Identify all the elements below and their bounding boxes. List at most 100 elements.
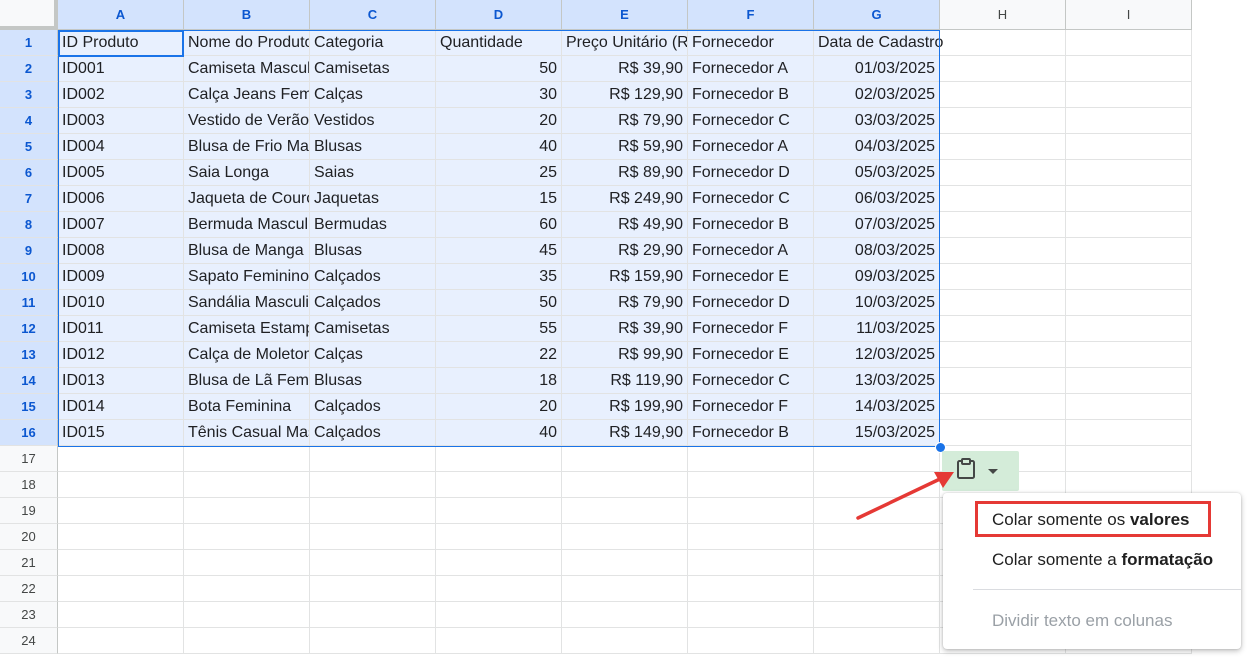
grid-cell[interactable] bbox=[1066, 446, 1192, 472]
grid-cell[interactable]: 30 bbox=[436, 82, 562, 108]
grid-cell[interactable] bbox=[814, 576, 940, 602]
grid-cell[interactable]: Nome do Produto bbox=[184, 30, 310, 56]
grid-cell[interactable] bbox=[814, 550, 940, 576]
grid-cell[interactable] bbox=[58, 498, 184, 524]
grid-cell[interactable] bbox=[436, 472, 562, 498]
row-header[interactable]: 14 bbox=[0, 368, 58, 394]
grid-cell[interactable]: Camiseta Estampada bbox=[184, 316, 310, 342]
grid-cell[interactable] bbox=[310, 602, 436, 628]
column-header-g[interactable]: G bbox=[814, 0, 940, 30]
grid-cell[interactable] bbox=[184, 446, 310, 472]
grid-cell[interactable]: 12/03/2025 bbox=[814, 342, 940, 368]
grid-cell[interactable] bbox=[184, 602, 310, 628]
grid-cell[interactable] bbox=[562, 446, 688, 472]
grid-cell[interactable]: ID011 bbox=[58, 316, 184, 342]
grid-cell[interactable] bbox=[688, 576, 814, 602]
grid-cell[interactable]: Fornecedor C bbox=[688, 108, 814, 134]
grid-cell[interactable] bbox=[940, 56, 1066, 82]
grid-cell[interactable] bbox=[940, 186, 1066, 212]
grid-cell[interactable]: R$ 39,90 bbox=[562, 316, 688, 342]
grid-cell[interactable] bbox=[562, 524, 688, 550]
grid-cell[interactable]: 50 bbox=[436, 56, 562, 82]
grid-cell[interactable]: Blusa de Frio Masculina bbox=[184, 134, 310, 160]
grid-cell[interactable] bbox=[1066, 160, 1192, 186]
grid-cell[interactable]: Fornecedor D bbox=[688, 290, 814, 316]
grid-cell[interactable]: Fornecedor E bbox=[688, 342, 814, 368]
grid-cell[interactable] bbox=[58, 602, 184, 628]
grid-cell[interactable] bbox=[184, 498, 310, 524]
grid-cell[interactable]: Saia Longa bbox=[184, 160, 310, 186]
row-header[interactable]: 19 bbox=[0, 498, 58, 524]
grid-cell[interactable] bbox=[940, 368, 1066, 394]
grid-cell[interactable]: 15/03/2025 bbox=[814, 420, 940, 446]
grid-cell[interactable]: Blusa de Manga bbox=[184, 238, 310, 264]
row-header[interactable]: 7 bbox=[0, 186, 58, 212]
column-header-h[interactable]: H bbox=[940, 0, 1066, 30]
grid-cell[interactable] bbox=[184, 628, 310, 654]
grid-cell[interactable] bbox=[688, 498, 814, 524]
grid-cell[interactable]: R$ 149,90 bbox=[562, 420, 688, 446]
row-header[interactable]: 5 bbox=[0, 134, 58, 160]
grid-cell[interactable]: Fornecedor B bbox=[688, 420, 814, 446]
grid-cell[interactable] bbox=[1066, 82, 1192, 108]
grid-cell[interactable]: Bermuda Masculina bbox=[184, 212, 310, 238]
row-header[interactable]: 10 bbox=[0, 264, 58, 290]
row-header[interactable]: 12 bbox=[0, 316, 58, 342]
column-header-a[interactable]: A bbox=[58, 0, 184, 30]
column-header-i[interactable]: I bbox=[1066, 0, 1192, 30]
grid-cell[interactable]: 07/03/2025 bbox=[814, 212, 940, 238]
grid-cell[interactable] bbox=[58, 446, 184, 472]
grid-cell[interactable]: R$ 199,90 bbox=[562, 394, 688, 420]
row-header[interactable]: 17 bbox=[0, 446, 58, 472]
column-header-b[interactable]: B bbox=[184, 0, 310, 30]
grid-cell[interactable] bbox=[184, 550, 310, 576]
grid-cell[interactable] bbox=[310, 576, 436, 602]
grid-cell[interactable]: 08/03/2025 bbox=[814, 238, 940, 264]
grid-cell[interactable]: ID001 bbox=[58, 56, 184, 82]
grid-cell[interactable]: Fornecedor B bbox=[688, 82, 814, 108]
grid-cell[interactable]: Fornecedor C bbox=[688, 368, 814, 394]
grid-cell[interactable]: Calça de Moletom bbox=[184, 342, 310, 368]
grid-cell[interactable] bbox=[58, 550, 184, 576]
grid-cell[interactable]: Jaqueta de Couro bbox=[184, 186, 310, 212]
grid-cell[interactable] bbox=[436, 498, 562, 524]
row-header[interactable]: 13 bbox=[0, 342, 58, 368]
grid-cell[interactable] bbox=[310, 550, 436, 576]
row-header[interactable]: 22 bbox=[0, 576, 58, 602]
grid-cell[interactable]: R$ 119,90 bbox=[562, 368, 688, 394]
grid-cell[interactable]: 40 bbox=[436, 134, 562, 160]
grid-cell[interactable]: Sandália Masculina bbox=[184, 290, 310, 316]
grid-cell[interactable] bbox=[436, 524, 562, 550]
grid-cell[interactable] bbox=[1066, 264, 1192, 290]
grid-cell[interactable]: ID013 bbox=[58, 368, 184, 394]
grid-cell[interactable] bbox=[688, 550, 814, 576]
grid-cell[interactable]: Blusas bbox=[310, 134, 436, 160]
grid-cell[interactable]: Bota Feminina bbox=[184, 394, 310, 420]
grid-cell[interactable]: Vestido de Verão bbox=[184, 108, 310, 134]
grid-cell[interactable]: 35 bbox=[436, 264, 562, 290]
column-header-f[interactable]: F bbox=[688, 0, 814, 30]
grid-cell[interactable]: ID003 bbox=[58, 108, 184, 134]
grid-cell[interactable] bbox=[1066, 212, 1192, 238]
grid-cell[interactable]: Sapato Feminino bbox=[184, 264, 310, 290]
grid-cell[interactable]: R$ 99,90 bbox=[562, 342, 688, 368]
grid-cell[interactable]: ID007 bbox=[58, 212, 184, 238]
grid-cell[interactable] bbox=[310, 446, 436, 472]
grid-cell[interactable]: Fornecedor E bbox=[688, 264, 814, 290]
grid-cell[interactable]: 40 bbox=[436, 420, 562, 446]
column-header-c[interactable]: C bbox=[310, 0, 436, 30]
grid-cell[interactable]: 20 bbox=[436, 394, 562, 420]
grid-cell[interactable]: R$ 79,90 bbox=[562, 108, 688, 134]
row-header[interactable]: 6 bbox=[0, 160, 58, 186]
grid-cell[interactable]: Fornecedor A bbox=[688, 56, 814, 82]
grid-cell[interactable]: Camiseta Masculina bbox=[184, 56, 310, 82]
row-header[interactable]: 23 bbox=[0, 602, 58, 628]
grid-cell[interactable] bbox=[184, 524, 310, 550]
grid-cell[interactable]: Fornecedor F bbox=[688, 316, 814, 342]
grid-cell[interactable] bbox=[940, 134, 1066, 160]
grid-cell[interactable]: Calças bbox=[310, 82, 436, 108]
grid-cell[interactable]: ID002 bbox=[58, 82, 184, 108]
grid-cell[interactable] bbox=[562, 550, 688, 576]
row-header[interactable]: 21 bbox=[0, 550, 58, 576]
grid-cell[interactable]: 03/03/2025 bbox=[814, 108, 940, 134]
